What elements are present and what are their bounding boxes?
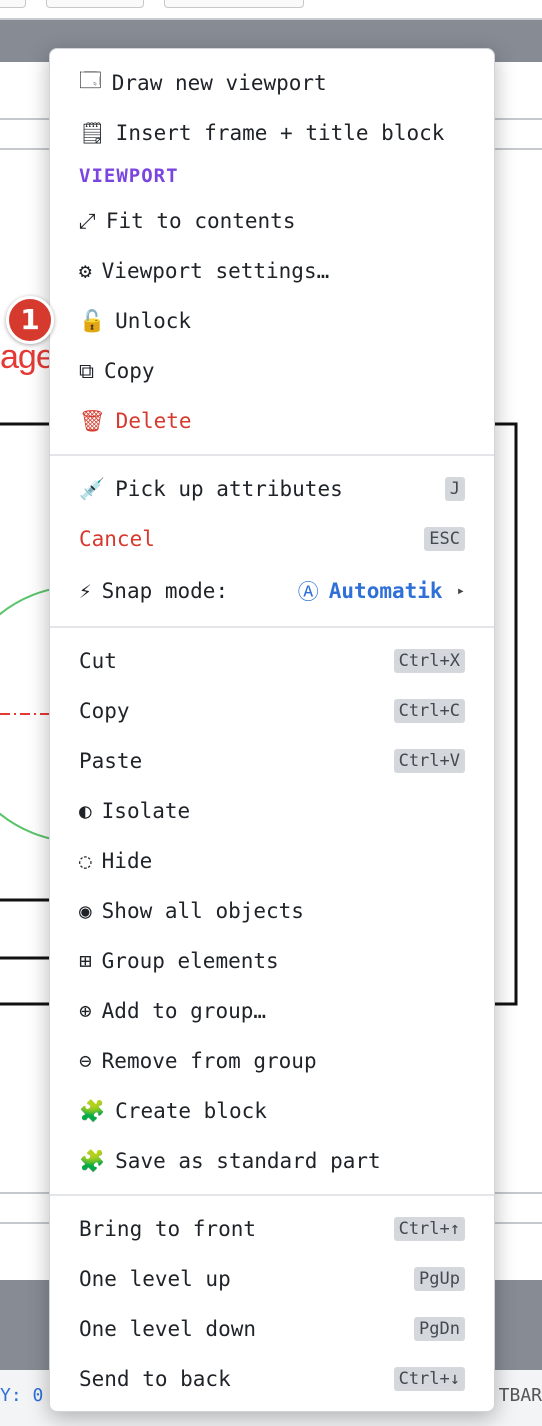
menu-item-label: Copy xyxy=(79,699,130,723)
menu-item-copy[interactable]: Copy Ctrl+C xyxy=(79,691,465,731)
shortcut-badge: J xyxy=(444,477,465,501)
shortcut-badge: Ctrl+X xyxy=(393,649,465,673)
shortcut-badge: Ctrl+C xyxy=(393,699,465,723)
grid-icon: ⊞ xyxy=(79,949,92,973)
section-title-viewport: VIEWPORT xyxy=(79,165,179,187)
snap-mode-label: Automatik xyxy=(328,579,443,603)
menu-item-label: Group elements xyxy=(101,949,279,973)
resize-icon: ⤢ xyxy=(79,208,96,233)
menu-item-label: Copy xyxy=(104,359,155,383)
shortcut-badge: Ctrl+↓ xyxy=(393,1367,465,1391)
menu-separator xyxy=(50,1194,494,1196)
shortcut-badge: PgUp xyxy=(414,1267,465,1291)
menu-item-paste[interactable]: Paste Ctrl+V xyxy=(79,741,465,781)
menu-separator xyxy=(50,626,494,628)
menu-item-label: Fit to contents xyxy=(105,209,296,233)
submenu-arrow-icon: ▸ xyxy=(456,583,465,599)
syringe-icon: 💉 xyxy=(79,476,106,501)
menu-item-copy-viewport[interactable]: ⧉ Copy xyxy=(79,351,465,391)
menu-item-show-all-objects[interactable]: ◉ Show all objects xyxy=(79,891,465,931)
menu-item-delete[interactable]: 🗑 Delete xyxy=(79,401,465,441)
menu-item-label: One level down xyxy=(79,1317,257,1341)
menu-item-label: Insert frame + title block xyxy=(115,121,445,145)
lightning-icon: ⚡ xyxy=(79,579,92,603)
puzzle-icon: 🧩 xyxy=(79,1148,106,1173)
menu-item-unlock[interactable]: 🔓 Unlock xyxy=(79,301,465,341)
circle-minus-icon: ⊖ xyxy=(79,1049,92,1073)
menu-item-label: Unlock xyxy=(115,309,192,333)
menu-item-label: Draw new viewport xyxy=(111,71,327,95)
menu-separator xyxy=(50,454,494,456)
menu-item-cancel[interactable]: Cancel ESC xyxy=(79,519,465,559)
menu-item-label: Remove from group xyxy=(101,1049,317,1073)
status-right-label: TBAR xyxy=(498,1385,542,1406)
menu-item-label: Paste xyxy=(79,749,143,773)
menu-item-one-level-down[interactable]: One level down PgDn xyxy=(79,1309,465,1349)
contrast-icon: ◐ xyxy=(79,799,92,823)
menu-item-label: Isolate xyxy=(101,799,191,823)
menu-item-label: Snap mode: xyxy=(101,579,229,603)
menu-item-label: Show all objects xyxy=(101,899,304,923)
menu-item-insert-frame[interactable]: 🗒 Insert frame + title block xyxy=(79,113,465,153)
target-icon: ◉ xyxy=(79,899,92,923)
menu-item-label: Delete xyxy=(115,409,192,433)
menu-item-cut[interactable]: Cut Ctrl+X xyxy=(79,641,465,681)
copy-icon: ⧉ xyxy=(79,358,94,383)
menu-item-remove-from-group[interactable]: ⊖ Remove from group xyxy=(79,1041,465,1081)
menu-item-label: Cut xyxy=(79,649,117,673)
menu-item-label: Create block xyxy=(115,1099,267,1123)
menu-item-one-level-up[interactable]: One level up PgUp xyxy=(79,1259,465,1299)
menu-item-isolate[interactable]: ◐ Isolate xyxy=(79,791,465,831)
circle-plus-icon: ⊕ xyxy=(79,999,92,1023)
trash-icon: 🗑 xyxy=(79,408,106,433)
puzzle-icon: 🧩 xyxy=(79,1098,106,1123)
shortcut-badge: ESC xyxy=(424,527,465,551)
shortcut-badge: Ctrl+V xyxy=(393,749,465,773)
menu-item-label: Send to back xyxy=(79,1367,231,1391)
menu-item-send-to-back[interactable]: Send to back Ctrl+↓ xyxy=(79,1359,465,1399)
window-icon: 🗔 xyxy=(79,67,102,92)
menu-item-bring-to-front[interactable]: Bring to front Ctrl+↑ xyxy=(79,1209,465,1249)
shortcut-badge: PgDn xyxy=(414,1317,465,1341)
auto-snap-icon: Ⓐ xyxy=(297,580,319,604)
snap-mode-value: Ⓐ Automatik xyxy=(298,576,443,606)
menu-item-draw-viewport[interactable]: 🗔 Draw new viewport xyxy=(79,63,465,103)
menu-item-label: One level up xyxy=(79,1267,231,1291)
menu-item-label: Add to group… xyxy=(101,999,267,1023)
gear-icon: ⚙ xyxy=(79,259,92,283)
menu-item-create-block[interactable]: 🧩 Create block xyxy=(79,1091,465,1131)
menu-item-snap-mode[interactable]: ⚡ Snap mode: Ⓐ Automatik ▸ xyxy=(79,571,465,611)
menu-item-hide[interactable]: ◌ Hide xyxy=(79,841,465,881)
context-menu: 🗔 Draw new viewport 🗒 Insert frame + tit… xyxy=(49,48,495,1412)
menu-item-viewport-settings[interactable]: ⚙ Viewport settings… xyxy=(79,251,465,291)
menu-item-fit-to-contents[interactable]: ⤢ Fit to contents xyxy=(79,201,465,241)
menu-item-label: Save as standard part xyxy=(115,1149,381,1173)
menu-item-label: Hide xyxy=(101,849,153,873)
status-coordinates: Y: 0 xyxy=(0,1385,44,1406)
menu-item-add-to-group[interactable]: ⊕ Add to group… xyxy=(79,991,465,1031)
menu-item-save-standard-part[interactable]: 🧩 Save as standard part xyxy=(79,1141,465,1181)
step-badge: 1 xyxy=(6,296,54,344)
menu-item-label: Bring to front xyxy=(79,1217,257,1241)
clipboard-icon: 🗒 xyxy=(79,120,106,145)
shortcut-badge: Ctrl+↑ xyxy=(393,1217,465,1241)
menu-item-label: Pick up attributes xyxy=(115,477,343,501)
dotted-circle-icon: ◌ xyxy=(79,849,92,873)
menu-item-group-elements[interactable]: ⊞ Group elements xyxy=(79,941,465,981)
menu-item-label: Viewport settings… xyxy=(101,259,330,283)
menu-item-label: Cancel xyxy=(79,527,155,551)
unlock-icon: 🔓 xyxy=(79,308,106,333)
menu-item-pick-up-attributes[interactable]: 💉 Pick up attributes J xyxy=(79,469,465,509)
